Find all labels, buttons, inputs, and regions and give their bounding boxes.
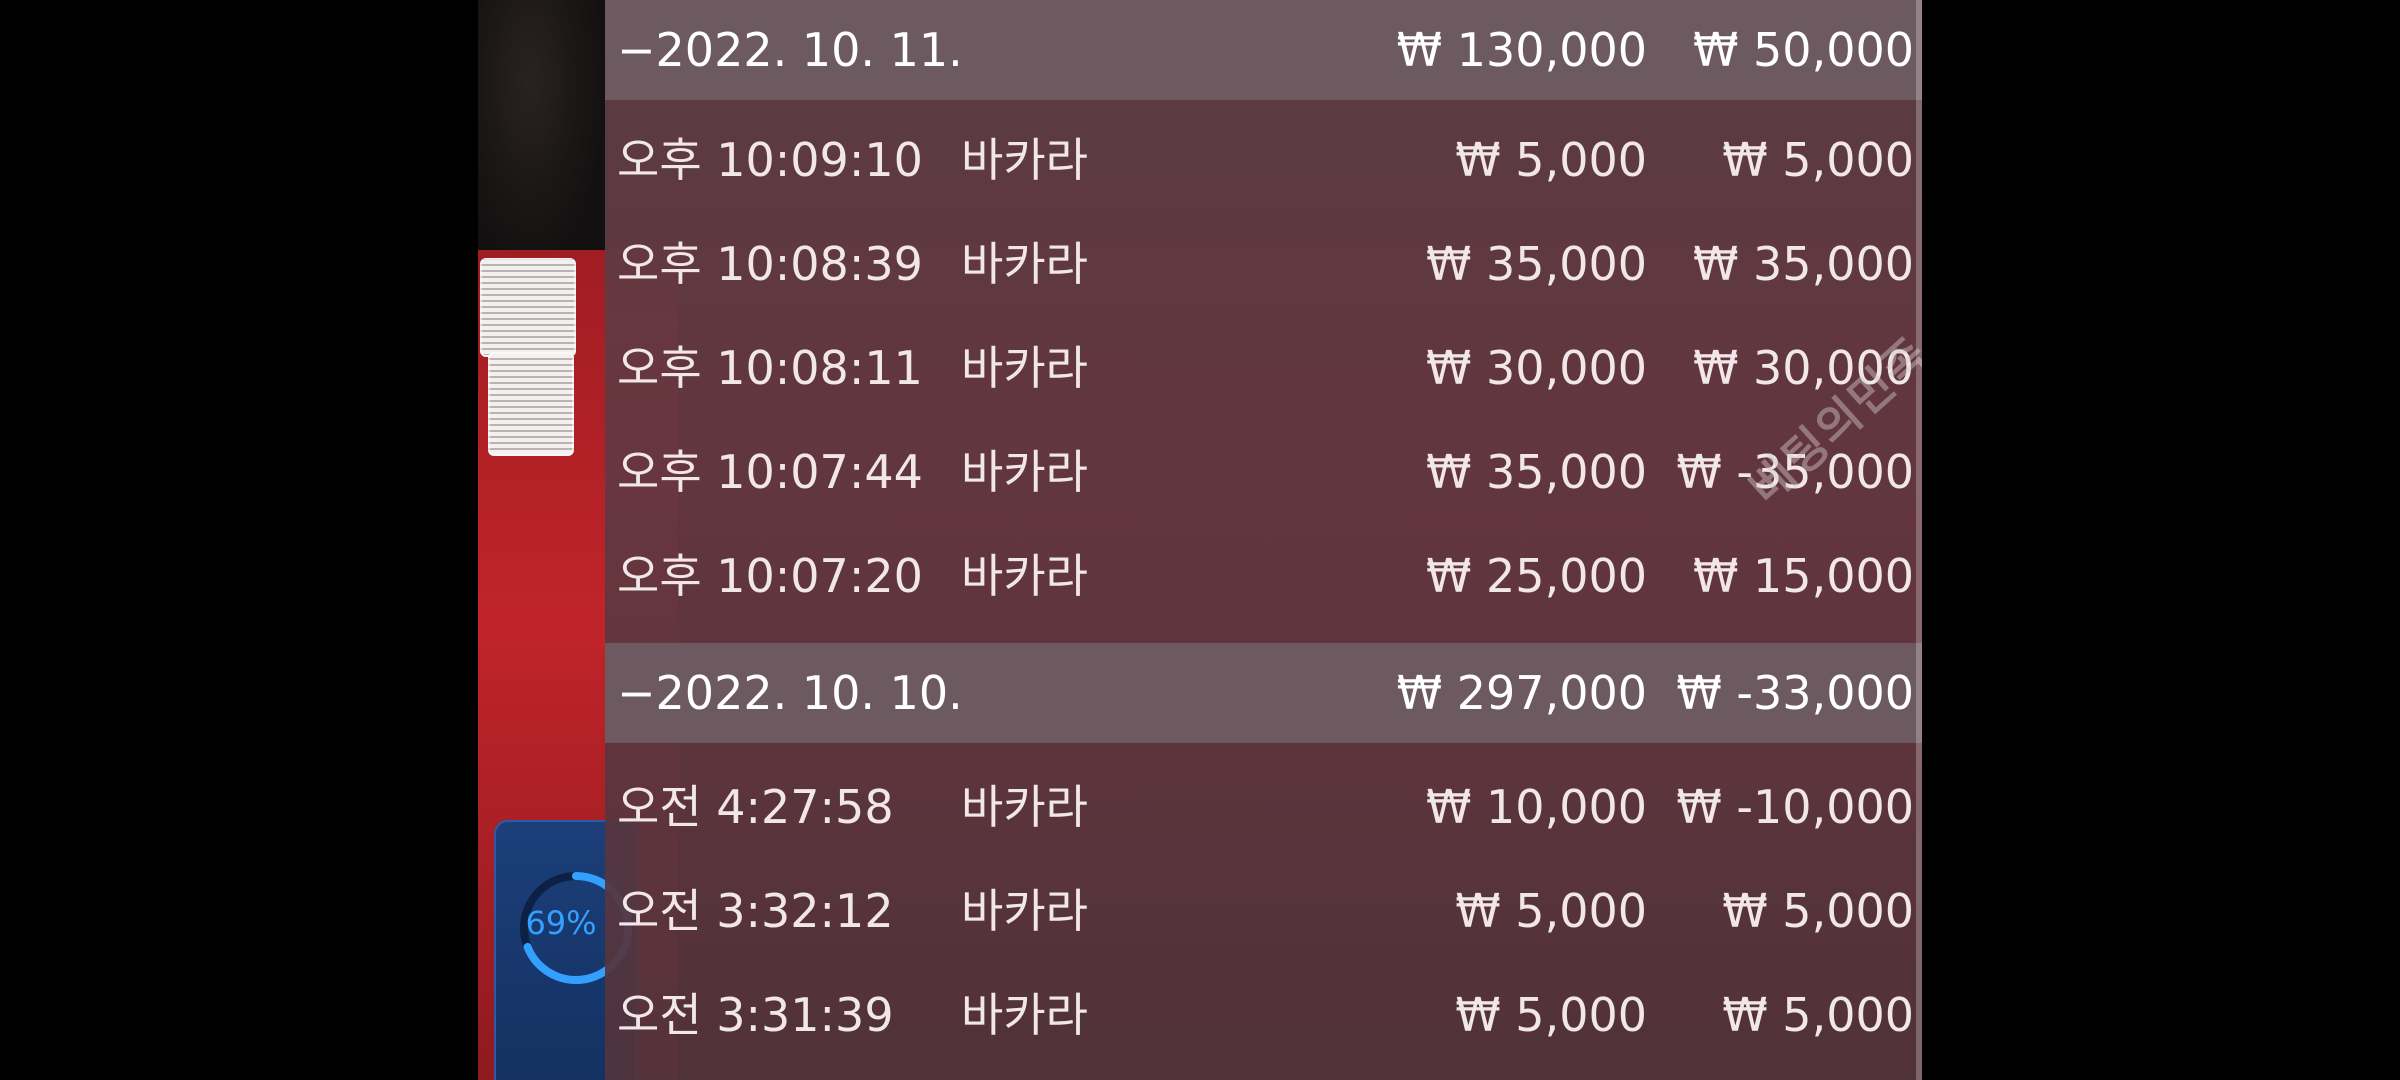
history-row[interactable]: 오후 10:08:39 바카라 ₩ 35,000 ₩ 35,000 xyxy=(605,212,1922,316)
row-game: 바카라 xyxy=(961,549,1088,603)
card-deck-icon xyxy=(488,352,574,456)
row-result-amount: ₩ 35,000 xyxy=(1692,237,1914,291)
row-bet-amount: ₩ 10,000 xyxy=(1425,780,1647,834)
row-game: 바카라 xyxy=(961,988,1088,1042)
dealer-image xyxy=(478,0,608,270)
row-time: 오후 10:07:44 xyxy=(617,445,923,499)
card-shoe-icon xyxy=(480,258,576,357)
timer-percent: 69% xyxy=(525,904,597,942)
date-label: −2022. 10. 10. xyxy=(617,666,963,720)
row-time: 오후 10:07:20 xyxy=(617,549,923,603)
row-game: 바카라 xyxy=(961,341,1088,395)
row-result-amount: ₩ 15,000 xyxy=(1692,549,1914,603)
row-game: 바카라 xyxy=(961,445,1088,499)
screen: 69% −2022. 10. 11. ₩ 130,000 ₩ 50,000 오후… xyxy=(0,0,2400,1080)
history-row[interactable]: 오후 10:07:20 바카라 ₩ 25,000 ₩ 15,000 xyxy=(605,524,1922,628)
row-bet-amount: ₩ 5,000 xyxy=(1455,133,1647,187)
history-row[interactable]: 오전 3:32:12 바카라 ₩ 5,000 ₩ 5,000 xyxy=(605,859,1922,963)
history-row[interactable]: 오후 10:08:11 바카라 ₩ 30,000 ₩ 30,000 xyxy=(605,316,1922,420)
group-total-result: ₩ 50,000 xyxy=(1692,23,1914,77)
row-time: 오전 3:31:39 xyxy=(617,988,894,1042)
row-bet-amount: ₩ 25,000 xyxy=(1425,549,1647,603)
date-group-header[interactable]: −2022. 10. 10. ₩ 297,000 ₩ -33,000 xyxy=(605,643,1922,743)
row-bet-amount: ₩ 35,000 xyxy=(1425,445,1647,499)
row-bet-amount: ₩ 5,000 xyxy=(1455,884,1647,938)
row-time: 오후 10:08:39 xyxy=(617,237,923,291)
row-bet-amount: ₩ 5,000 xyxy=(1455,988,1647,1042)
history-row[interactable]: 오후 10:09:10 바카라 ₩ 5,000 ₩ 5,000 xyxy=(605,108,1922,212)
group-total-result: ₩ -33,000 xyxy=(1676,666,1914,720)
history-row[interactable]: 오전 3:31:39 바카라 ₩ 5,000 ₩ 5,000 xyxy=(605,963,1922,1067)
date-label: −2022. 10. 11. xyxy=(617,23,963,77)
scrollbar[interactable] xyxy=(1916,0,1922,1080)
group-total-bet: ₩ 130,000 xyxy=(1396,23,1647,77)
row-time: 오후 10:09:10 xyxy=(617,133,923,187)
date-group-header[interactable]: −2022. 10. 11. ₩ 130,000 ₩ 50,000 xyxy=(605,0,1922,100)
history-row[interactable]: 오후 10:07:44 바카라 ₩ 35,000 ₩ -35,000 xyxy=(605,420,1922,524)
row-game: 바카라 xyxy=(961,780,1088,834)
row-result-amount: ₩ -10,000 xyxy=(1676,780,1914,834)
bet-history-panel[interactable]: −2022. 10. 11. ₩ 130,000 ₩ 50,000 오후 10:… xyxy=(605,0,1922,1080)
row-time: 오전 3:32:12 xyxy=(617,884,894,938)
row-time: 오후 10:08:11 xyxy=(617,341,923,395)
row-time: 오전 4:27:58 xyxy=(617,780,894,834)
row-result-amount: ₩ 5,000 xyxy=(1722,133,1914,187)
row-result-amount: ₩ 5,000 xyxy=(1722,884,1914,938)
group-total-bet: ₩ 297,000 xyxy=(1396,666,1647,720)
row-game: 바카라 xyxy=(961,237,1088,291)
row-game: 바카라 xyxy=(961,133,1088,187)
row-result-amount: ₩ 5,000 xyxy=(1722,988,1914,1042)
row-bet-amount: ₩ 30,000 xyxy=(1425,341,1647,395)
row-game: 바카라 xyxy=(961,884,1088,938)
row-bet-amount: ₩ 35,000 xyxy=(1425,237,1647,291)
history-row[interactable]: 오전 4:27:58 바카라 ₩ 10,000 ₩ -10,000 xyxy=(605,755,1922,859)
